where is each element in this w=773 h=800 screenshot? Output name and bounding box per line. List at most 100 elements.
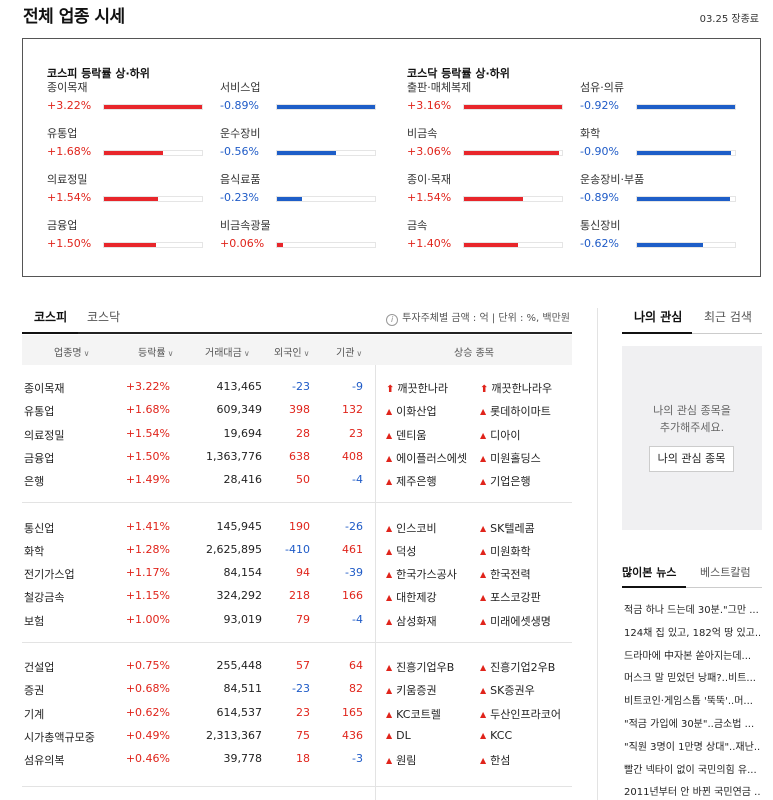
header-foreign[interactable]: 외국인 ∨: [274, 344, 309, 359]
tab-kospi[interactable]: 코스피: [34, 308, 67, 325]
kospi-up-item[interactable]: 의료정밀 +1.54%: [47, 171, 207, 211]
kosdaq-up-item[interactable]: 종이·목재 +1.54%: [407, 171, 567, 211]
rising-stock-link[interactable]: ▲ 인스코비: [386, 520, 437, 536]
news-item[interactable]: 124채 집 있고, 182억 땅 있고...: [624, 624, 760, 639]
rising-stock-link[interactable]: ▲ SK증권우: [480, 682, 535, 698]
table-row[interactable]: 기계 +0.62% 614,537 23 165 ▲ KC코트렐 ▲ 두산인프라코어: [22, 702, 572, 725]
rising-stock-link[interactable]: ▲ 덕성: [386, 543, 416, 559]
kosdaq-down-item[interactable]: 화학 -0.90%: [580, 125, 740, 165]
rising-stock-link[interactable]: ▲ 삼성화재: [386, 613, 437, 629]
table-row[interactable]: 유통업 +1.68% 609,349 398 132 ▲ 이화산업 ▲ 롯데하이마트: [22, 399, 572, 422]
rising-stock-link[interactable]: ▲ 원림: [386, 752, 416, 768]
industry-name[interactable]: 보험: [24, 613, 44, 629]
table-row[interactable]: 종이목재 +3.22% 413,465 -23 -9 ⬆ 깨끗한나라 ⬆ 깨끗한나라우: [22, 376, 572, 399]
kospi-down-item[interactable]: 비금속광물 +0.06%: [220, 217, 380, 257]
table-row[interactable]: 철강금속 +1.15% 324,292 218 166 ▲ 대한제강 ▲ 포스코강판: [22, 585, 572, 608]
table-row[interactable]: 건설업 +0.75% 255,448 57 64 ▲ 진흥기업우B ▲ 진흥기업2우B: [22, 655, 572, 678]
rising-stock-link[interactable]: ▲ SK텔레콤: [480, 520, 535, 536]
table-row[interactable]: 전기가스업 +1.17% 84,154 94 -39 ▲ 한국가스공사 ▲ 한국전력: [22, 562, 572, 585]
industry-name[interactable]: 섬유의복: [24, 752, 64, 768]
news-item[interactable]: 비트코인·게임스톱 '뚝뚝'..머...: [624, 692, 760, 707]
industry-name[interactable]: 종이목재: [24, 380, 64, 396]
kospi-up-item[interactable]: 금융업 +1.50%: [47, 217, 207, 257]
table-row[interactable]: 의료정밀 +1.54% 19,694 28 23 ▲ 덴티움 ▲ 디아이: [22, 423, 572, 446]
kosdaq-up-item[interactable]: 비금속 +3.06%: [407, 125, 567, 165]
news-item[interactable]: 적금 하나 드는데 30분."그만 ...: [624, 601, 760, 616]
industry-name[interactable]: 통신업: [24, 520, 54, 536]
rising-stock-link[interactable]: ▲ 미래에셋생명: [480, 613, 551, 629]
rising-stock-link[interactable]: ▲ 이화산업: [386, 403, 437, 419]
industry-name[interactable]: 유통업: [24, 403, 54, 419]
kospi-down-item[interactable]: 운수장비 -0.56%: [220, 125, 380, 165]
industry-name[interactable]: 철강금속: [24, 589, 64, 605]
table-row[interactable]: 금융업 +1.50% 1,363,776 638 408 ▲ 에이플러스에셋 ▲ 미원홀딩스: [22, 446, 572, 469]
news-item[interactable]: 2011년부터 안 바뀐 국민연금 ...: [624, 783, 760, 798]
industry-name[interactable]: 화학: [24, 543, 44, 559]
rising-stock-link[interactable]: ▲ 에이플러스에셋: [386, 450, 467, 466]
header-rate[interactable]: 등락률 ∨: [138, 344, 173, 359]
table-row[interactable]: 은행 +1.49% 28,416 50 -4 ▲ 제주은행 ▲ 기업은행: [22, 469, 572, 492]
news-item[interactable]: "적금 가입에 30분"..금소법 ...: [624, 715, 760, 730]
rising-stock-link[interactable]: ⬆ 깨끗한나라: [386, 380, 448, 396]
triangle-up-icon: ▲: [480, 616, 487, 626]
tab-my-interest[interactable]: 나의 관심: [634, 308, 682, 325]
kosdaq-down-item[interactable]: 운송장비·부품 -0.89%: [580, 171, 740, 211]
news-item[interactable]: 빨간 넥타이 없이 국민의힘 유...: [624, 761, 760, 776]
kospi-down-item[interactable]: 음식료품 -0.23%: [220, 171, 380, 211]
rising-stock-link[interactable]: ▲ 기업은행: [480, 473, 531, 489]
table-row[interactable]: 통신업 +1.41% 145,945 190 -26 ▲ 인스코비 ▲ SK텔레콤: [22, 516, 572, 539]
rising-stock-link[interactable]: ▲ 디아이: [480, 427, 521, 443]
industry-name[interactable]: 건설업: [24, 659, 54, 675]
rising-stock-link[interactable]: ▲ KC코트렐: [386, 706, 441, 722]
rising-stock-link[interactable]: ⬆ 깨끗한나라우: [480, 380, 552, 396]
info-icon[interactable]: i: [386, 314, 399, 326]
industry-name[interactable]: 기계: [24, 706, 44, 722]
kospi-down-item[interactable]: 서비스업 -0.89%: [220, 79, 380, 119]
my-interest-button[interactable]: 나의 관심 종목: [649, 446, 734, 472]
rising-stock-link[interactable]: ▲ 미원홀딩스: [480, 450, 541, 466]
rising-stock-link[interactable]: ▲ 포스코강판: [480, 589, 541, 605]
rising-stock-link[interactable]: ▲ 한국전력: [480, 566, 531, 582]
industry-name[interactable]: 금융업: [24, 450, 54, 466]
rising-stock-link[interactable]: ▲ 한섬: [480, 752, 510, 768]
rising-stock-link[interactable]: ▲ 제주은행: [386, 473, 437, 489]
rising-stock-link[interactable]: ▲ 대한제강: [386, 589, 437, 605]
industry-name[interactable]: 증권: [24, 682, 44, 698]
header-name[interactable]: 업종명 ∨: [54, 344, 89, 359]
kospi-up-item[interactable]: 유통업 +1.68%: [47, 125, 207, 165]
kospi-up-item[interactable]: 종이목재 +3.22%: [47, 79, 207, 119]
table-row[interactable]: 보험 +1.00% 93,019 79 -4 ▲ 삼성화재 ▲ 미래에셋생명: [22, 609, 572, 632]
industry-name[interactable]: 은행: [24, 473, 44, 489]
kosdaq-down-item[interactable]: 통신장비 -0.62%: [580, 217, 740, 257]
rising-stock-link[interactable]: ▲ 미원화학: [480, 543, 531, 559]
rate-bar-fill: [464, 105, 562, 109]
rising-stock-link[interactable]: ▲ 키움증권: [386, 682, 437, 698]
industry-name[interactable]: 전기가스업: [24, 566, 75, 582]
table-row[interactable]: 섬유의복 +0.46% 39,778 18 -3 ▲ 원림 ▲ 한섬: [22, 748, 572, 771]
news-item[interactable]: "직원 3명이 1만명 상대"..재난...: [624, 738, 760, 753]
header-volume[interactable]: 거래대금 ∨: [205, 344, 250, 359]
kosdaq-up-item[interactable]: 금속 +1.40%: [407, 217, 567, 257]
news-item[interactable]: 드라마에 中자본 쏟아지는데...: [624, 647, 760, 662]
rising-stock-link[interactable]: ▲ 덴티움: [386, 427, 427, 443]
tab-most-viewed-news[interactable]: 많이본 뉴스: [622, 564, 676, 580]
header-institution[interactable]: 기관 ∨: [336, 344, 362, 359]
news-item[interactable]: 머스크 말 믿었던 낭패?..비트...: [624, 669, 760, 684]
table-row[interactable]: 화학 +1.28% 2,625,895 -410 461 ▲ 덕성 ▲ 미원화학: [22, 539, 572, 562]
rising-stock-link[interactable]: ▲ 진흥기업우B: [386, 659, 454, 675]
kosdaq-down-item[interactable]: 섬유·의류 -0.92%: [580, 79, 740, 119]
kosdaq-up-item[interactable]: 출판·매체복제 +3.16%: [407, 79, 567, 119]
table-row[interactable]: 증권 +0.68% 84,511 -23 82 ▲ 키움증권 ▲ SK증권우: [22, 678, 572, 701]
industry-name[interactable]: 의료정밀: [24, 427, 64, 443]
rising-stock-link[interactable]: ▲ 두산인프라코어: [480, 706, 561, 722]
rising-stock-link[interactable]: ▲ 진흥기업2우B: [480, 659, 555, 675]
tab-recent-search[interactable]: 최근 검색: [704, 308, 752, 325]
rising-stock-link[interactable]: ▲ KCC: [480, 729, 512, 742]
tab-kosdaq[interactable]: 코스닥: [87, 308, 120, 325]
rising-stock-link[interactable]: ▲ 롯데하이마트: [480, 403, 551, 419]
rising-stock-link[interactable]: ▲ DL: [386, 729, 411, 742]
rising-stock-link[interactable]: ▲ 한국가스공사: [386, 566, 457, 582]
tab-best-column[interactable]: 베스트칼럼: [700, 564, 751, 580]
table-row[interactable]: 시가총액규모중 +0.49% 2,313,367 75 436 ▲ DL ▲ KCC: [22, 725, 572, 748]
industry-name[interactable]: 시가총액규모중: [24, 729, 95, 745]
